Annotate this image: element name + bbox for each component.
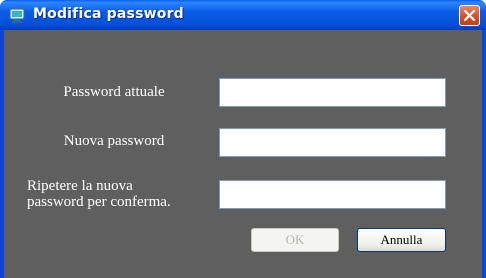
dialog-window: Modifica password Password attuale Nuova…	[0, 0, 486, 278]
window-title: Modifica password	[33, 6, 184, 22]
confirm-password-label-line2: password per conferma.	[27, 194, 171, 210]
current-password-field[interactable]	[219, 78, 446, 107]
ok-button[interactable]: OK	[251, 228, 339, 252]
new-password-field[interactable]	[219, 128, 446, 157]
confirm-password-field[interactable]	[219, 180, 446, 209]
current-password-label: Password attuale	[63, 84, 165, 100]
app-monitor-icon	[9, 7, 25, 23]
confirm-password-label-line1: Ripetere la nuova	[27, 178, 133, 194]
new-password-label: Nuova password	[63, 133, 165, 149]
dialog-body: Password attuale Nuova password Ripetere…	[4, 30, 482, 278]
cancel-button[interactable]: Annulla	[357, 228, 446, 252]
confirm-password-label: Ripetere la nuova password per conferma.	[27, 178, 217, 210]
close-button[interactable]	[459, 5, 480, 26]
title-bar[interactable]: Modifica password	[0, 0, 486, 30]
